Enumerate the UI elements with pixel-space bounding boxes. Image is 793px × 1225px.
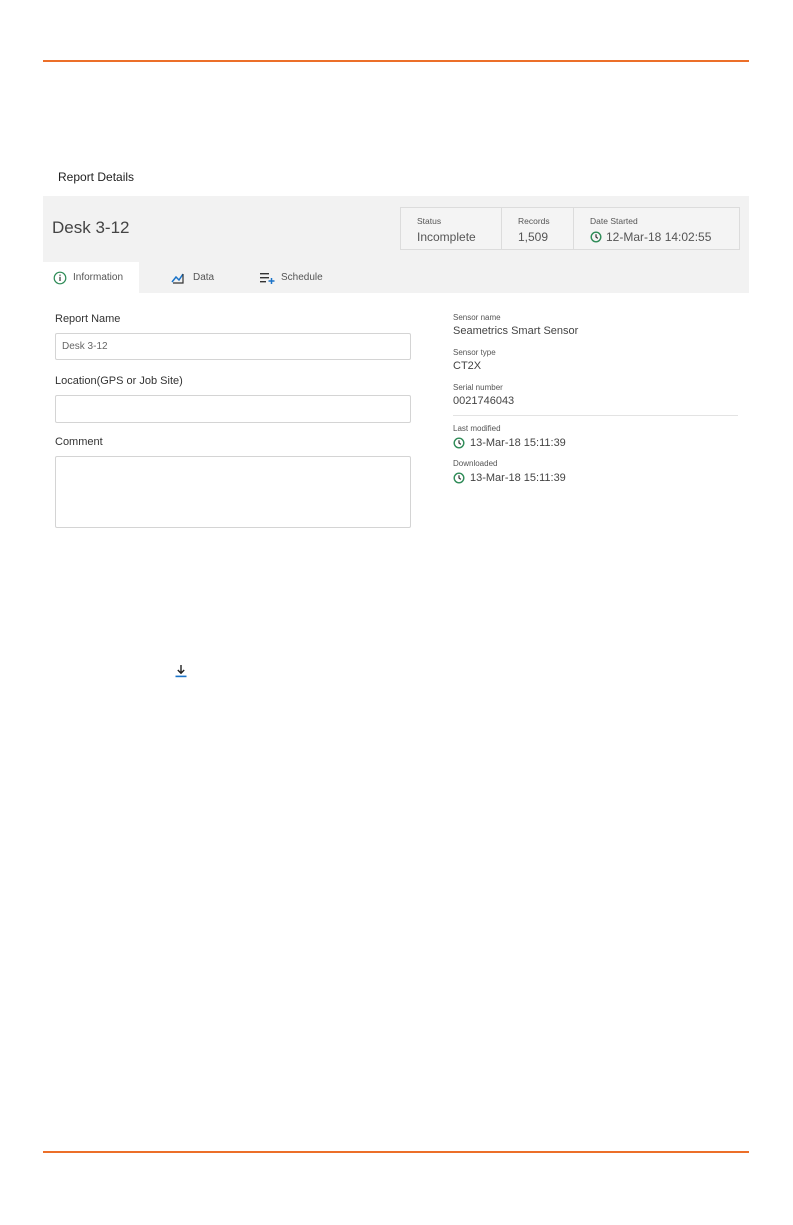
clock-icon (453, 472, 465, 484)
tab-schedule[interactable]: Schedule (259, 262, 323, 293)
last-modified-text: 13-Mar-18 15:11:39 (470, 437, 566, 449)
sensor-name-value: Seametrics Smart Sensor (453, 325, 579, 337)
tab-data-label: Data (193, 272, 215, 283)
location-input[interactable] (55, 395, 411, 423)
records-stat: Records 1,509 (502, 208, 574, 249)
top-rule (43, 60, 749, 62)
downloaded-text: 13-Mar-18 15:11:39 (470, 472, 566, 484)
tab-bar: Information Data Schedule (43, 262, 749, 293)
schedule-icon (260, 272, 275, 284)
sensor-type-label: Sensor type (453, 348, 496, 357)
serial-number-label: Serial number (453, 383, 503, 392)
comment-textarea[interactable] (55, 456, 411, 528)
tab-data[interactable]: Data (171, 262, 214, 293)
details-divider (453, 415, 738, 416)
report-stats: Status Incomplete Records 1,509 Date Sta… (400, 207, 740, 250)
tab-schedule-label: Schedule (281, 272, 323, 283)
tab-information-label: Information (73, 272, 124, 283)
date-started-stat: Date Started 12-Mar-18 14:02:55 (574, 208, 739, 249)
tab-information[interactable]: Information (43, 262, 139, 293)
serial-number-value: 0021746043 (453, 395, 515, 407)
date-started-label: Date Started (590, 216, 638, 226)
report-name-label: Report Name (55, 313, 121, 325)
downloaded-value: 13-Mar-18 15:11:39 (453, 472, 566, 484)
status-label: Status (417, 216, 442, 226)
date-started-text: 12-Mar-18 14:02:55 (606, 230, 712, 244)
page-title: Desk 3-12 (52, 218, 130, 237)
status-value: Incomplete (417, 230, 476, 244)
records-value: 1,509 (518, 230, 549, 244)
download-icon[interactable] (174, 664, 188, 678)
date-started-value: 12-Mar-18 14:02:55 (590, 230, 711, 244)
comment-label: Comment (55, 436, 103, 448)
location-label: Location(GPS or Job Site) (55, 375, 183, 387)
chart-icon (171, 273, 184, 284)
breadcrumb: Report Details (58, 170, 135, 184)
last-modified-label: Last modified (453, 424, 501, 433)
clock-icon (590, 231, 602, 243)
status-stat: Status Incomplete (401, 208, 502, 249)
downloaded-label: Downloaded (453, 459, 498, 468)
report-header: Desk 3-12 Status Incomplete Records 1,50… (43, 196, 749, 262)
info-icon (53, 271, 67, 284)
bottom-rule (43, 1151, 749, 1153)
last-modified-value: 13-Mar-18 15:11:39 (453, 437, 566, 449)
sensor-type-value: CT2X (453, 360, 482, 372)
clock-icon (453, 437, 465, 449)
report-name-input[interactable] (55, 333, 411, 360)
records-label: Records (518, 216, 550, 226)
sensor-name-label: Sensor name (453, 313, 501, 322)
